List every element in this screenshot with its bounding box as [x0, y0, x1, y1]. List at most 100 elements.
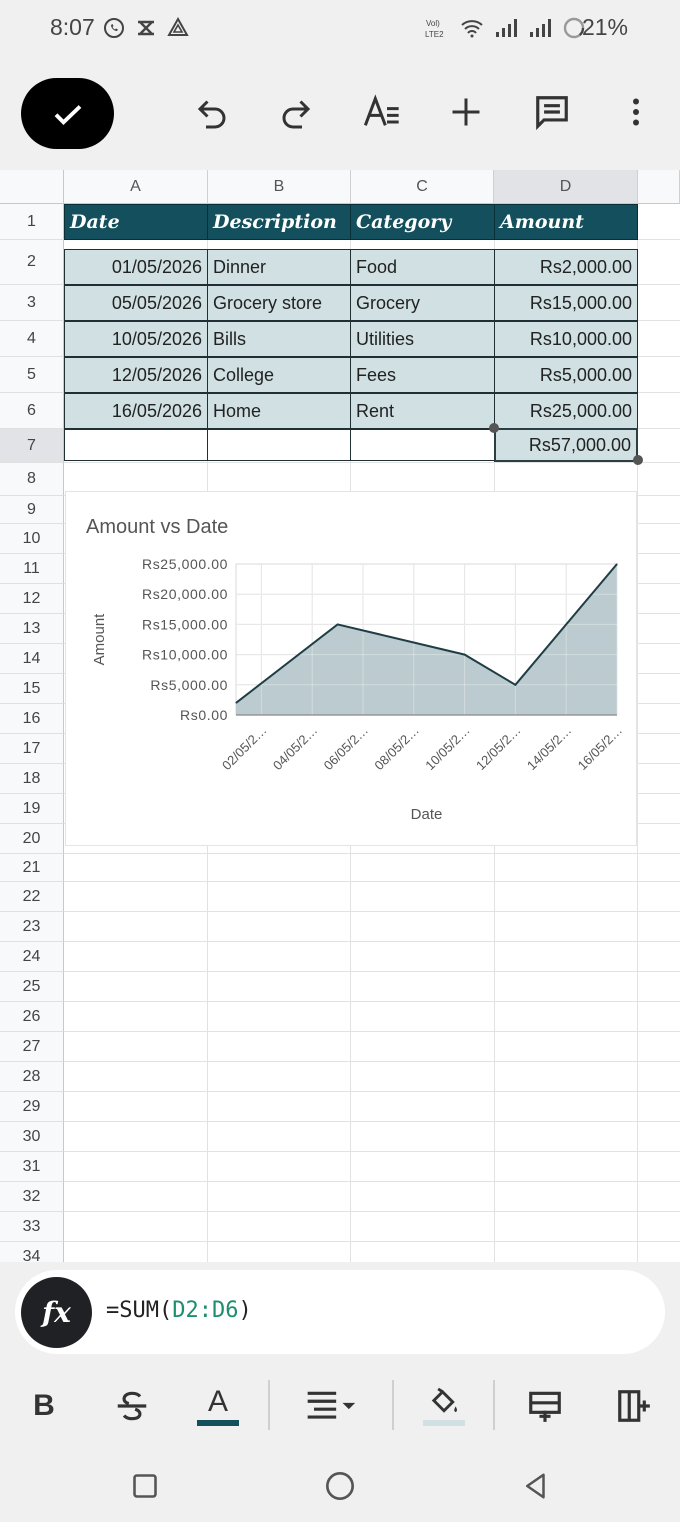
row-gridline: [64, 1061, 680, 1062]
row-header-3[interactable]: 3: [0, 285, 64, 321]
row-header-6[interactable]: 6: [0, 393, 64, 429]
insert-column-button[interactable]: [610, 1382, 658, 1430]
function-button[interactable]: fx: [21, 1277, 92, 1348]
more-options-button[interactable]: [614, 90, 658, 134]
insert-button[interactable]: [444, 90, 488, 134]
cell-d2[interactable]: Rs2,000.00: [494, 249, 638, 285]
back-button[interactable]: [518, 1468, 554, 1504]
row-header-21[interactable]: 21: [0, 854, 64, 882]
fill-color-button[interactable]: [420, 1382, 468, 1430]
x-tick-label: 02/05/2…: [219, 723, 269, 773]
row-header-7[interactable]: 7: [0, 429, 64, 463]
align-button[interactable]: [302, 1382, 364, 1430]
bold-button[interactable]: B: [20, 1382, 68, 1430]
cell-c4[interactable]: Utilities: [350, 321, 495, 357]
row-header-1[interactable]: 1: [0, 204, 64, 240]
row-header-19[interactable]: 19: [0, 794, 64, 824]
redo-button[interactable]: [274, 90, 318, 134]
row-gridline: [64, 1091, 680, 1092]
cell-b2[interactable]: Dinner: [207, 249, 351, 285]
row-header-4[interactable]: 4: [0, 321, 64, 357]
text-color-button[interactable]: A: [194, 1382, 242, 1430]
formula-input[interactable]: fx =SUM(D2:D6): [15, 1270, 665, 1354]
done-button[interactable]: [21, 78, 114, 149]
home-button[interactable]: [322, 1468, 358, 1504]
cell-d1[interactable]: Amount: [494, 204, 638, 240]
row-header-11[interactable]: 11: [0, 554, 64, 584]
insert-row-button[interactable]: [521, 1382, 569, 1430]
fx-icon: fx: [42, 1296, 71, 1329]
cell-a3[interactable]: 05/05/2026: [64, 285, 208, 321]
cell-a1[interactable]: Date: [64, 204, 208, 240]
cell-c2[interactable]: Food: [350, 249, 495, 285]
select-all-corner[interactable]: [0, 170, 64, 204]
cell-c6[interactable]: Rent: [350, 393, 495, 429]
strikethrough-button[interactable]: [108, 1382, 156, 1430]
spreadsheet-grid[interactable]: A B C D 1 2 3 4 5 6 7 8 9 10 11 12 13 14 15 16 17 18 19 20 2…: [0, 170, 680, 1262]
row-header-12[interactable]: 12: [0, 584, 64, 614]
column-header-d[interactable]: D: [494, 170, 638, 204]
row-header-16[interactable]: 16: [0, 704, 64, 734]
cell-a5[interactable]: 12/05/2026: [64, 357, 208, 393]
cell-c7[interactable]: [350, 429, 495, 461]
cell-c1[interactable]: Category: [350, 204, 495, 240]
cell-b7[interactable]: [207, 429, 351, 461]
row-header-5[interactable]: 5: [0, 357, 64, 393]
column-header-a[interactable]: A: [64, 170, 208, 204]
row-header-13[interactable]: 13: [0, 614, 64, 644]
undo-button[interactable]: [190, 90, 234, 134]
row-header-33[interactable]: 33: [0, 1212, 64, 1242]
row-header-2[interactable]: 2: [0, 240, 64, 285]
cell-a4[interactable]: 10/05/2026: [64, 321, 208, 357]
data-point: [616, 563, 618, 565]
row-header-15[interactable]: 15: [0, 674, 64, 704]
selection-handle-bottom[interactable]: [633, 455, 643, 465]
row-header-8[interactable]: 8: [0, 463, 64, 496]
row-header-26[interactable]: 26: [0, 1002, 64, 1032]
cell-b4[interactable]: Bills: [207, 321, 351, 357]
selection-handle-top[interactable]: [489, 423, 499, 433]
row-header-34[interactable]: 34: [0, 1242, 64, 1262]
row-header-10[interactable]: 10: [0, 524, 64, 554]
cell-d6[interactable]: Rs25,000.00: [494, 393, 638, 429]
row-header-17[interactable]: 17: [0, 734, 64, 764]
cell-a7[interactable]: [64, 429, 208, 461]
cell-a6[interactable]: 16/05/2026: [64, 393, 208, 429]
row-header-24[interactable]: 24: [0, 942, 64, 972]
area-chart[interactable]: Amount vs Date Rs25,000.00 Rs20,000.00 Rs1…: [65, 491, 637, 846]
row-header-29[interactable]: 29: [0, 1092, 64, 1122]
row-header-22[interactable]: 22: [0, 882, 64, 912]
svg-text:LTE2: LTE2: [425, 30, 444, 39]
cell-b3[interactable]: Grocery store: [207, 285, 351, 321]
comment-button[interactable]: [530, 90, 574, 134]
column-header-c[interactable]: C: [351, 170, 494, 204]
row-gridline: [64, 853, 680, 854]
row-header-18[interactable]: 18: [0, 764, 64, 794]
row-header-14[interactable]: 14: [0, 644, 64, 674]
cell-d5[interactable]: Rs5,000.00: [494, 357, 638, 393]
row-header-32[interactable]: 32: [0, 1182, 64, 1212]
cell-d7-total[interactable]: Rs57,000.00: [494, 428, 638, 462]
cell-a2[interactable]: 01/05/2026: [64, 249, 208, 285]
row-header-30[interactable]: 30: [0, 1122, 64, 1152]
cell-b5[interactable]: College: [207, 357, 351, 393]
row-gridline: [64, 1031, 680, 1032]
text-format-button[interactable]: [360, 90, 404, 134]
row-header-28[interactable]: 28: [0, 1062, 64, 1092]
column-header-e[interactable]: [638, 170, 680, 204]
column-header-b[interactable]: B: [208, 170, 351, 204]
cell-d3[interactable]: Rs15,000.00: [494, 285, 638, 321]
cell-c3[interactable]: Grocery: [350, 285, 495, 321]
cell-b6[interactable]: Home: [207, 393, 351, 429]
row-header-23[interactable]: 23: [0, 912, 64, 942]
row-header-20[interactable]: 20: [0, 824, 64, 854]
cell-d4[interactable]: Rs10,000.00: [494, 321, 638, 357]
status-time: 8:07: [50, 14, 95, 40]
row-header-9[interactable]: 9: [0, 496, 64, 524]
row-header-31[interactable]: 31: [0, 1152, 64, 1182]
row-header-27[interactable]: 27: [0, 1032, 64, 1062]
row-header-25[interactable]: 25: [0, 972, 64, 1002]
cell-b1[interactable]: Description: [207, 204, 351, 240]
recents-button[interactable]: [127, 1468, 163, 1504]
cell-c5[interactable]: Fees: [350, 357, 495, 393]
